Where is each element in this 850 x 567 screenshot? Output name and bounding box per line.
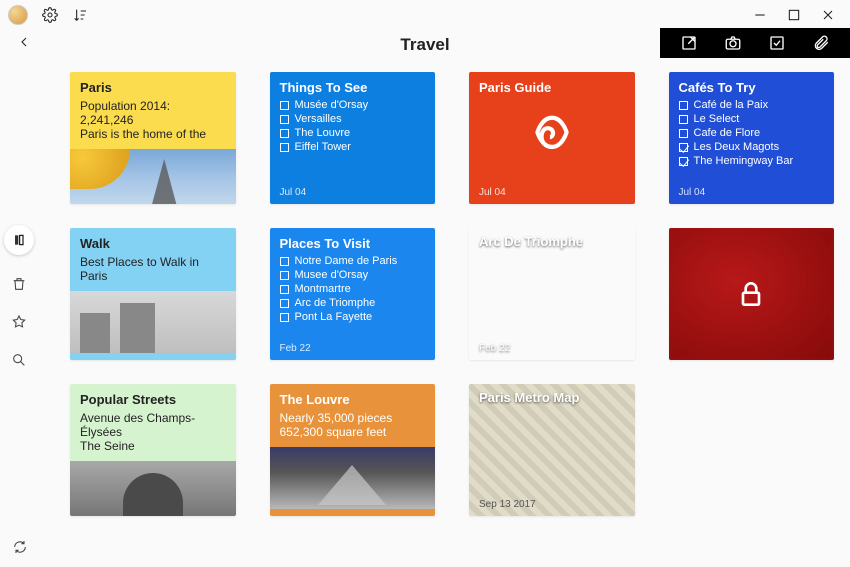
- sort-icon[interactable]: [72, 7, 88, 23]
- side-toolbar: [4, 225, 34, 369]
- list-item: Versailles: [280, 113, 426, 125]
- list-item: Notre Dame de Paris: [280, 255, 426, 267]
- card-title: Paris Metro Map: [479, 390, 579, 405]
- card-date: Jul 04: [280, 187, 307, 198]
- note-card-cafes[interactable]: Cafés To Try Café de la Paix Le Select C…: [669, 72, 835, 204]
- action-bar: [660, 28, 850, 58]
- card-date: Jul 04: [679, 187, 706, 198]
- card-title: Paris: [80, 80, 226, 95]
- list-item: Musée d'Orsay: [280, 99, 426, 111]
- settings-icon[interactable]: [42, 7, 58, 23]
- close-icon[interactable]: [820, 7, 836, 23]
- card-title: Things To See: [280, 80, 426, 95]
- list-item: Les Deux Magots: [679, 141, 825, 153]
- card-title: Cafés To Try: [679, 80, 825, 95]
- card-text: Best Places to Walk in Paris: [80, 255, 226, 283]
- card-date: Feb 22: [479, 343, 510, 354]
- list-item: Musee d'Orsay: [280, 269, 426, 281]
- avatar[interactable]: [8, 5, 28, 25]
- lock-icon: [669, 228, 835, 360]
- list-item: Pont La Fayette: [280, 311, 426, 323]
- list-item: Montmartre: [280, 283, 426, 295]
- card-title: The Louvre: [280, 392, 426, 407]
- note-card-places-to-visit[interactable]: Places To Visit Notre Dame de Paris Muse…: [270, 228, 436, 360]
- window-titlebar: [0, 0, 850, 30]
- notes-grid: Paris Population 2014: 2,241,246 Paris i…: [70, 72, 834, 516]
- list-item: Le Select: [679, 113, 825, 125]
- list-item: The Louvre: [280, 127, 426, 139]
- minimize-icon[interactable]: [752, 7, 768, 23]
- card-date: Sep 13 2017: [479, 499, 536, 510]
- note-card-arc-de-triomphe[interactable]: Arc De Triomphe Feb 22: [469, 228, 635, 360]
- camera-icon[interactable]: [724, 34, 742, 52]
- checklist-icon[interactable]: [768, 34, 786, 52]
- page-header: Travel: [0, 30, 850, 60]
- view-toggle-button[interactable]: [4, 225, 34, 255]
- card-image: [70, 291, 236, 353]
- list-item: Cafe de Flore: [679, 127, 825, 139]
- card-date: Jul 04: [479, 187, 506, 198]
- list-item: The Hemingway Bar: [679, 155, 825, 167]
- note-card-the-louvre[interactable]: The Louvre Nearly 35,000 pieces 652,300 …: [270, 384, 436, 516]
- card-title: Paris Guide: [479, 80, 625, 95]
- sync-icon[interactable]: [12, 539, 28, 555]
- pdf-icon: [527, 112, 577, 165]
- card-text: Avenue des Champs-Élysées: [80, 411, 226, 439]
- list-item: Café de la Paix: [679, 99, 825, 111]
- note-card-paris-guide[interactable]: Paris Guide Jul 04: [469, 72, 635, 204]
- card-title: Walk: [80, 236, 226, 251]
- note-card-paris[interactable]: Paris Population 2014: 2,241,246 Paris i…: [70, 72, 236, 204]
- compose-icon[interactable]: [680, 34, 698, 52]
- card-title: Arc De Triomphe: [479, 234, 583, 249]
- maximize-icon[interactable]: [786, 7, 802, 23]
- note-card-locked[interactable]: [669, 228, 835, 360]
- attachment-icon[interactable]: [812, 34, 830, 52]
- card-text: Paris is the home of the: [80, 127, 226, 141]
- trash-icon[interactable]: [10, 275, 28, 293]
- list-item: Eiffel Tower: [280, 141, 426, 153]
- card-title: Popular Streets: [80, 392, 226, 407]
- note-card-popular-streets[interactable]: Popular Streets Avenue des Champs-Élysée…: [70, 384, 236, 516]
- card-date: Feb 22: [280, 343, 311, 354]
- card-title: Places To Visit: [280, 236, 426, 251]
- star-icon[interactable]: [10, 313, 28, 331]
- note-card-things-to-see[interactable]: Things To See Musée d'Orsay Versailles T…: [270, 72, 436, 204]
- card-text: The Seine: [80, 439, 226, 453]
- note-card-metro-map[interactable]: Paris Metro Map Sep 13 2017: [469, 384, 635, 516]
- note-card-walk[interactable]: Walk Best Places to Walk in Paris: [70, 228, 236, 360]
- card-image: [70, 149, 236, 204]
- card-text: Nearly 35,000 pieces 652,300 square feet: [280, 411, 426, 439]
- card-image: [270, 447, 436, 509]
- list-item: Arc de Triomphe: [280, 297, 426, 309]
- card-image: [70, 461, 236, 516]
- search-icon[interactable]: [10, 351, 28, 369]
- card-text: Population 2014: 2,241,246: [80, 99, 226, 127]
